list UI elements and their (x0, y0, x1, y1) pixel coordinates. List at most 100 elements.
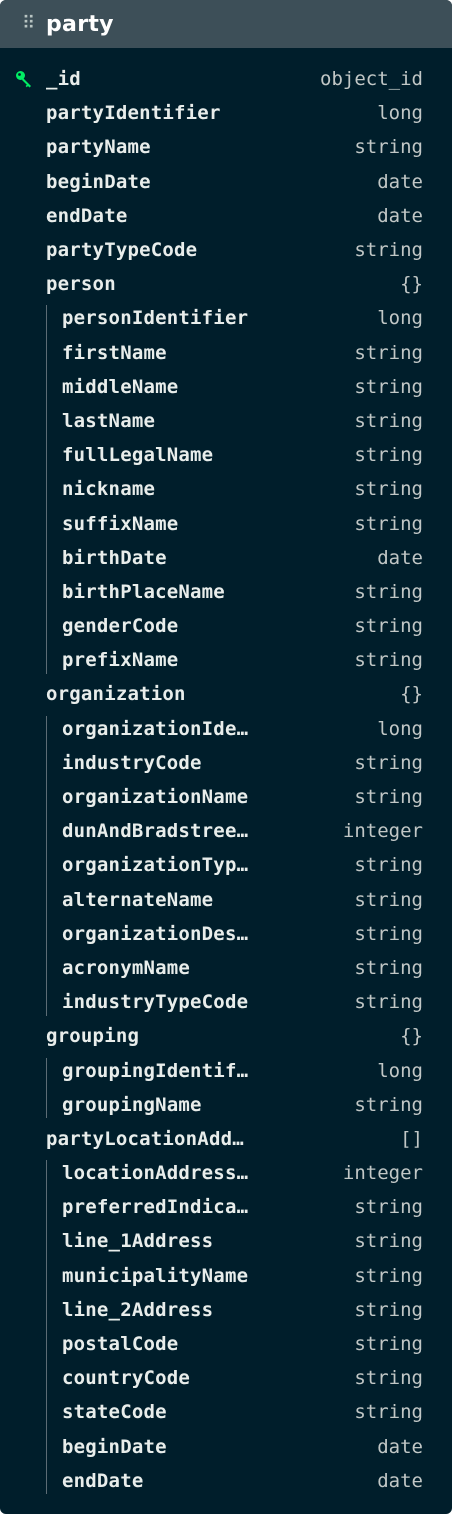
field-type: string (354, 1401, 423, 1424)
field-row[interactable]: countryCode string (0, 1361, 452, 1395)
field-name: partyTypeCode (46, 239, 198, 262)
field-row[interactable]: nickname string (0, 472, 452, 506)
field-type: string (354, 854, 423, 877)
field-name: beginDate (46, 170, 151, 193)
field-row[interactable]: preferredIndica… string (0, 1190, 452, 1224)
field-name: endDate (46, 204, 128, 227)
field-row[interactable]: alternateName string (0, 883, 452, 917)
field-row[interactable]: endDate date (0, 199, 452, 233)
field-type: string (354, 751, 423, 774)
field-type: string (354, 649, 423, 672)
field-type: string (354, 1196, 423, 1219)
field-name: middleName (62, 375, 179, 398)
field-name: suffixName (62, 512, 179, 535)
field-name: fullLegalName (62, 444, 214, 467)
field-row[interactable]: lastName string (0, 404, 452, 438)
field-name: organizationName (62, 786, 249, 809)
field-type: {} (400, 683, 423, 706)
field-row[interactable]: birthPlaceName string (0, 575, 452, 609)
field-name: birthDate (62, 546, 167, 569)
field-name: genderCode (62, 615, 179, 638)
field-row[interactable]: beginDate date (0, 1430, 452, 1464)
field-row[interactable]: locationAddress… integer (0, 1156, 452, 1190)
field-type: integer (342, 1162, 423, 1185)
field-type: long (377, 717, 423, 740)
field-row[interactable]: municipalityName string (0, 1259, 452, 1293)
field-name: preferredIndica… (62, 1196, 249, 1219)
field-row[interactable]: middleName string (0, 370, 452, 404)
field-name: organization (46, 683, 186, 706)
field-row[interactable]: acronymName string (0, 951, 452, 985)
field-name: personIdentifier (62, 307, 249, 330)
field-row[interactable]: line_2Address string (0, 1293, 452, 1327)
field-type: string (354, 922, 423, 945)
field-row[interactable]: line_1Address string (0, 1224, 452, 1258)
field-name: birthPlaceName (62, 580, 225, 603)
field-name: organizationDes… (62, 922, 249, 945)
field-type: string (354, 786, 423, 809)
field-row[interactable]: organizationName string (0, 780, 452, 814)
field-type: long (377, 102, 423, 125)
field-row[interactable]: dunAndBradstree… integer (0, 814, 452, 848)
field-row[interactable]: industryCode string (0, 746, 452, 780)
field-type: string (354, 1298, 423, 1321)
field-row[interactable]: fullLegalName string (0, 438, 452, 472)
field-row[interactable]: organizationDes… string (0, 917, 452, 951)
key-icon (16, 71, 31, 88)
field-row[interactable]: prefixName string (0, 643, 452, 677)
field-name: locationAddress… (62, 1162, 249, 1185)
field-name: endDate (62, 1469, 144, 1492)
field-type: string (354, 1230, 423, 1253)
field-type: string (354, 375, 423, 398)
field-row[interactable]: genderCode string (0, 609, 452, 643)
collection-title: party (46, 11, 114, 37)
field-row[interactable]: stateCode string (0, 1395, 452, 1429)
field-type: string (354, 1264, 423, 1287)
field-row[interactable]: groupingName string (0, 1088, 452, 1122)
field-row[interactable]: suffixName string (0, 506, 452, 540)
field-name: partyName (46, 136, 151, 159)
field-type: string (354, 136, 423, 159)
field-row[interactable]: _id object_id (0, 62, 452, 96)
field-row[interactable]: partyTypeCode string (0, 233, 452, 267)
field-row[interactable]: beginDate date (0, 165, 452, 199)
collection-header[interactable]: ⠿ party (0, 0, 452, 48)
field-row[interactable]: groupingIdentif… long (0, 1053, 452, 1087)
drag-grip-icon[interactable]: ⠿ (22, 15, 40, 33)
field-row[interactable]: birthDate date (0, 541, 452, 575)
field-type: object_id (320, 68, 423, 91)
field-name: nickname (62, 478, 156, 501)
field-name: line_2Address (62, 1298, 214, 1321)
nesting-guide-line (46, 305, 47, 674)
field-type: [] (400, 1127, 423, 1150)
field-name: organizationIde… (62, 717, 249, 740)
field-name: alternateName (62, 888, 214, 911)
field-type: string (354, 580, 423, 603)
field-row[interactable]: endDate date (0, 1464, 452, 1498)
field-row[interactable]: industryTypeCode string (0, 985, 452, 1019)
field-row[interactable]: personIdentifier long (0, 301, 452, 335)
field-name: industryTypeCode (62, 991, 249, 1014)
field-row[interactable]: partyIdentifier long (0, 96, 452, 130)
field-list: _id object_id partyIdentifier long partyName… (0, 48, 452, 1498)
field-name: organizationTyp… (62, 854, 249, 877)
field-row[interactable]: postalCode string (0, 1327, 452, 1361)
field-row[interactable]: partyName string (0, 130, 452, 164)
field-name: acronymName (62, 956, 191, 979)
field-type: integer (342, 820, 423, 843)
field-type: string (354, 478, 423, 501)
collection-card[interactable]: ⠿ party _id object_id partyIdentifier long p… (0, 0, 452, 1514)
field-row[interactable]: organization {} (0, 677, 452, 711)
field-row[interactable]: person {} (0, 267, 452, 301)
field-type: string (354, 991, 423, 1014)
field-type: string (354, 1333, 423, 1356)
field-row[interactable]: grouping {} (0, 1019, 452, 1053)
field-row[interactable]: partyLocationAdd… [] (0, 1122, 452, 1156)
field-row[interactable]: organizationTyp… string (0, 848, 452, 882)
field-name: prefixName (62, 649, 179, 672)
field-type: string (354, 341, 423, 364)
field-row[interactable]: firstName string (0, 336, 452, 370)
field-row[interactable]: organizationIde… long (0, 712, 452, 746)
field-name: groupingName (62, 1093, 202, 1116)
field-type: date (377, 1469, 423, 1492)
